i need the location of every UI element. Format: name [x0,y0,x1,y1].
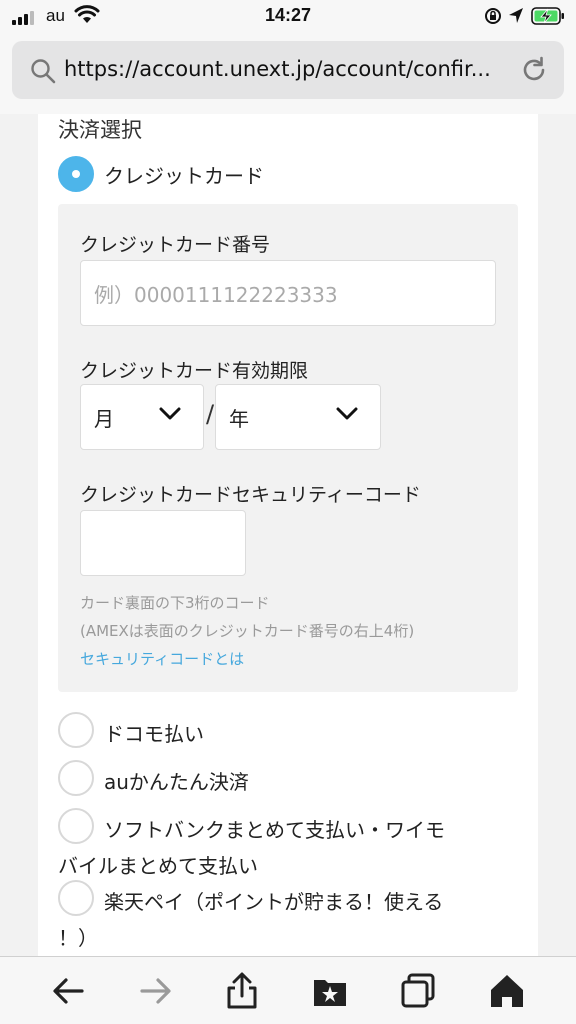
expiry-separator: / [206,400,215,428]
browser-toolbar [0,956,576,1024]
expiry-year-select[interactable]: 年 [215,384,381,450]
forward-arrow-icon[interactable] [136,971,176,1011]
battery-charging-icon [531,7,564,25]
search-icon [31,59,56,84]
section-title: 決済選択 [58,118,142,142]
softbank-option-label-line2[interactable]: バイルまとめて支払い [58,850,258,879]
bookmarks-icon[interactable] [310,971,350,1011]
tabs-icon[interactable] [398,971,438,1011]
share-icon[interactable] [222,971,262,1011]
radio-docomo[interactable] [58,712,94,748]
back-arrow-icon[interactable] [48,971,88,1011]
expiry-label: クレジットカード有効期限 [80,360,309,382]
security-code-label: クレジットカードセキュリティーコード [80,484,421,506]
url-text[interactable]: https://account.unext.jp/account/confir.… [64,57,512,81]
radio-softbank[interactable] [58,808,94,844]
card-number-label: クレジットカード番号 [80,234,271,256]
browser-chrome: https://account.unext.jp/account/confir.… [0,34,576,114]
expiry-month-value: 月 [94,407,114,431]
radio-rakuten-pay[interactable] [58,880,94,916]
reload-icon[interactable] [519,55,549,85]
expiry-year-value: 年 [229,407,249,431]
page-content: 決済選択 クレジットカード クレジットカード番号 例）0000111122223… [0,114,576,956]
au-option-label[interactable]: auかんたん決済 [104,766,249,795]
security-code-help-link[interactable]: セキュリティコードとは [80,648,244,669]
card-number-input[interactable]: 例）0000111122223333 [80,260,496,326]
rakuten-option-label-line2[interactable]: ！） [58,922,98,951]
home-icon[interactable] [487,971,527,1011]
location-arrow-icon [509,8,523,23]
credit-card-option-label[interactable]: クレジットカード [104,160,264,189]
rotation-lock-icon [485,8,501,24]
address-bar[interactable]: https://account.unext.jp/account/confir.… [12,41,564,99]
status-bar: au 14:27 [0,0,576,34]
security-help-line1: カード裏面の下3桁のコード [80,594,270,612]
security-code-input[interactable] [80,510,246,576]
card-number-placeholder: 例）0000111122223333 [94,283,338,307]
credit-card-panel: クレジットカード番号 例）0000111122223333 クレジットカード有効… [58,204,518,692]
security-help-line2: (AMEXは表面のクレジットカード番号の右上4桁) [80,622,415,640]
radio-credit-card[interactable] [58,156,94,192]
radio-au[interactable] [58,760,94,796]
docomo-option-label[interactable]: ドコモ払い [104,718,204,747]
chevron-down-icon [336,407,358,420]
chevron-down-icon [159,407,181,420]
rakuten-option-label-line1[interactable]: 楽天ペイ（ポイントが貯まる！使える [104,886,443,915]
softbank-option-label-line1[interactable]: ソフトバンクまとめて支払い・ワイモ [104,814,445,843]
expiry-month-select[interactable]: 月 [80,384,204,450]
